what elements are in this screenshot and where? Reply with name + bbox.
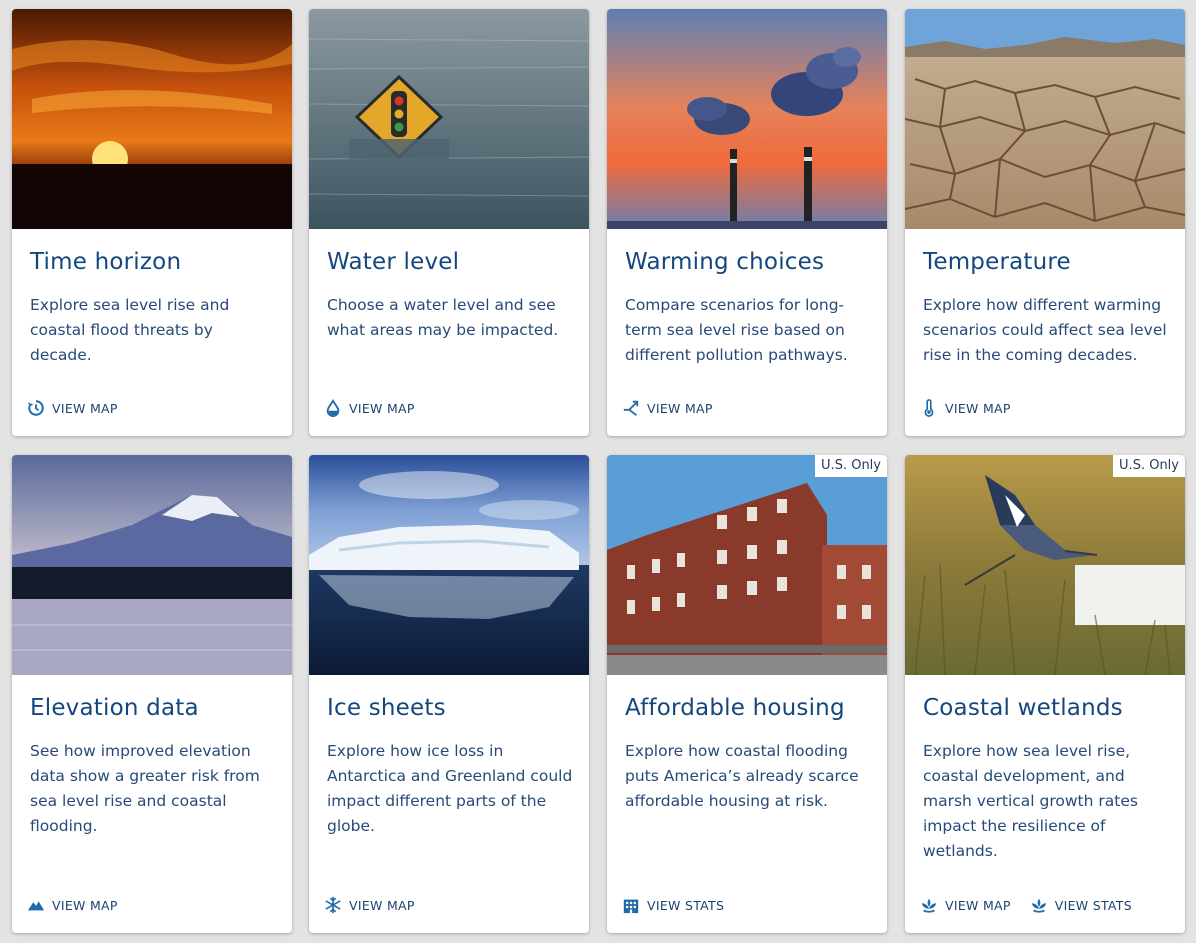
card-title: Temperature <box>923 249 1071 275</box>
us-only-badge: U.S. Only <box>815 455 887 477</box>
water-drop-icon <box>323 398 343 418</box>
cracked-earth-photo <box>905 9 1185 229</box>
mountains-icon <box>26 895 46 915</box>
wetland-plant-icon <box>919 895 939 915</box>
view-stats-link[interactable]: VIEW STATS <box>621 895 724 915</box>
card-affordable-housing[interactable]: U.S. Only Affordable housing Explore how… <box>607 455 887 933</box>
action-label: VIEW MAP <box>52 897 118 913</box>
view-map-link[interactable]: VIEW MAP <box>323 895 415 915</box>
card-title: Time horizon <box>30 249 182 275</box>
card-coastal-wetlands[interactable]: U.S. Only Coastal wetlands Explore how s… <box>905 455 1185 933</box>
scenario-card-grid: Time horizon Explore sea level rise and … <box>0 0 1196 943</box>
brick-apartments-photo: U.S. Only <box>607 455 887 675</box>
view-map-link[interactable]: VIEW MAP <box>919 398 1011 418</box>
action-label: VIEW MAP <box>52 400 118 416</box>
card-description: Choose a water level and see what areas … <box>327 296 559 339</box>
card-title: Water level <box>327 249 460 275</box>
view-stats-link[interactable]: VIEW STATS <box>1029 895 1132 915</box>
view-map-link[interactable]: VIEW MAP <box>26 398 118 418</box>
us-only-badge: U.S. Only <box>1113 455 1185 477</box>
snowflake-icon <box>323 895 343 915</box>
card-description: Explore how coastal flooding puts Americ… <box>625 742 859 810</box>
card-title: Ice sheets <box>327 695 446 721</box>
card-description: Explore how ice loss in Antarctica and G… <box>327 742 573 835</box>
action-label: VIEW STATS <box>1054 897 1132 913</box>
card-title: Affordable housing <box>625 695 845 721</box>
card-description: Explore how different warming scenarios … <box>923 296 1167 364</box>
card-water-level[interactable]: Water level Choose a water level and see… <box>309 9 589 436</box>
card-temperature[interactable]: Temperature Explore how different warmin… <box>905 9 1185 436</box>
action-label: VIEW MAP <box>945 400 1011 416</box>
card-elevation-data[interactable]: Elevation data See how improved elevatio… <box>12 455 292 933</box>
card-description: Explore how sea level rise, coastal deve… <box>923 742 1138 860</box>
card-title: Coastal wetlands <box>923 695 1123 721</box>
card-ice-sheets[interactable]: Ice sheets Explore how ice loss in Antar… <box>309 455 589 933</box>
view-map-link[interactable]: VIEW MAP <box>26 895 118 915</box>
heron-wetland-photo: U.S. Only <box>905 455 1185 675</box>
mountain-lake-photo <box>12 455 292 675</box>
building-icon <box>621 895 641 915</box>
view-map-link[interactable]: VIEW MAP <box>919 895 1011 915</box>
branch-arrows-icon <box>621 398 641 418</box>
card-description: See how improved elevation data show a g… <box>30 742 260 835</box>
sunset-photo <box>12 9 292 229</box>
flooded-sign-photo <box>309 9 589 229</box>
view-map-link[interactable]: VIEW MAP <box>323 398 415 418</box>
card-description: Compare scenarios for long-term sea leve… <box>625 296 848 364</box>
action-label: VIEW MAP <box>349 400 415 416</box>
card-time-horizon[interactable]: Time horizon Explore sea level rise and … <box>12 9 292 436</box>
card-title: Warming choices <box>625 249 825 275</box>
card-title: Elevation data <box>30 695 199 721</box>
card-description: Explore sea level rise and coastal flood… <box>30 296 230 364</box>
smokestacks-photo <box>607 9 887 229</box>
card-warming-choices[interactable]: Warming choices Compare scenarios for lo… <box>607 9 887 436</box>
action-label: VIEW MAP <box>647 400 713 416</box>
clock-history-icon <box>26 398 46 418</box>
view-map-link[interactable]: VIEW MAP <box>621 398 713 418</box>
iceberg-photo <box>309 455 589 675</box>
action-label: VIEW MAP <box>349 897 415 913</box>
wetland-plant-icon <box>1029 895 1049 915</box>
action-label: VIEW MAP <box>945 897 1011 913</box>
action-label: VIEW STATS <box>647 897 725 913</box>
thermometer-icon <box>919 398 939 418</box>
